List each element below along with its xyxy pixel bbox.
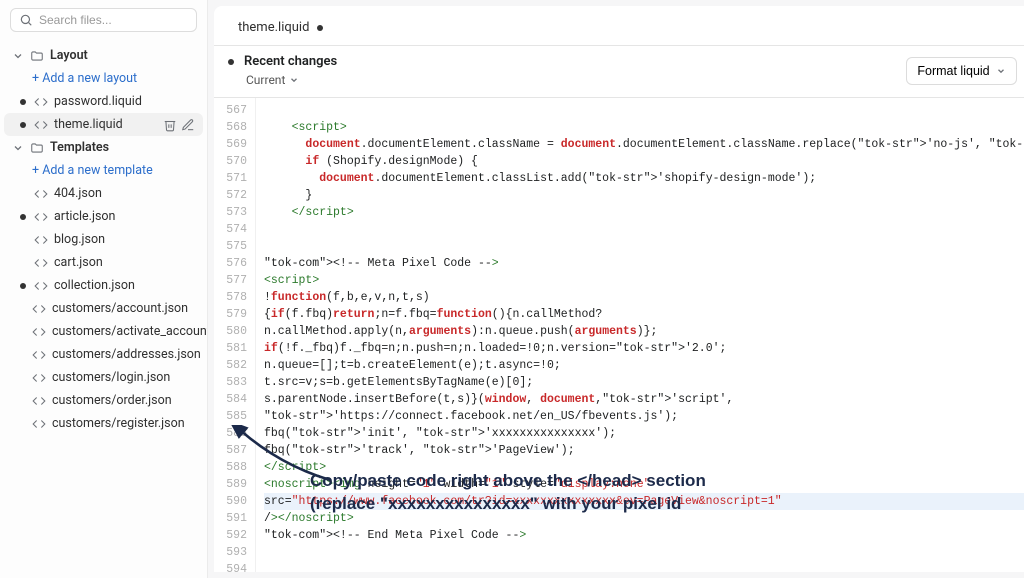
tab-label: theme.liquid bbox=[238, 20, 309, 35]
chevron-down-icon bbox=[289, 75, 299, 85]
code-file-icon bbox=[32, 325, 46, 339]
chevron-down-icon bbox=[996, 66, 1006, 76]
code-file-icon bbox=[34, 233, 48, 247]
file-label: blog.json bbox=[54, 232, 105, 247]
chevron-down-icon bbox=[12, 141, 24, 155]
file-label: cart.json bbox=[54, 255, 103, 270]
code-file-icon bbox=[34, 95, 48, 109]
section-label: Templates bbox=[50, 140, 109, 155]
file-label: password.liquid bbox=[54, 94, 142, 109]
file-label: 404.json bbox=[54, 186, 102, 201]
add-template-button[interactable]: + Add a new template bbox=[4, 159, 203, 182]
code-area[interactable]: <script> document.documentElement.classN… bbox=[256, 98, 1024, 572]
search-input-wrap[interactable] bbox=[10, 8, 197, 32]
format-liquid-button[interactable]: Format liquid bbox=[906, 57, 1016, 85]
file-theme-liquid[interactable]: theme.liquid bbox=[4, 113, 203, 136]
modified-dot bbox=[228, 59, 234, 65]
file-customers-register[interactable]: customers/register.json bbox=[4, 412, 203, 435]
file-sidebar: Layout + Add a new layout password.liqui… bbox=[0, 0, 208, 578]
chevron-down-icon bbox=[12, 49, 24, 63]
file-tree: Layout + Add a new layout password.liqui… bbox=[0, 40, 207, 578]
code-file-icon bbox=[32, 417, 46, 431]
file-label: customers/addresses.json bbox=[52, 347, 201, 362]
code-file-icon bbox=[32, 371, 46, 385]
add-layout-button[interactable]: + Add a new layout bbox=[4, 67, 203, 90]
file-collection-json[interactable]: collection.json bbox=[4, 274, 203, 297]
file-label: customers/login.json bbox=[52, 370, 170, 385]
modified-dot bbox=[20, 122, 26, 128]
code-file-icon bbox=[34, 210, 48, 224]
folder-icon bbox=[30, 141, 44, 155]
file-label: theme.liquid bbox=[54, 117, 123, 132]
code-file-icon bbox=[34, 118, 48, 132]
file-cart-json[interactable]: cart.json bbox=[4, 251, 203, 274]
recent-changes-label: Recent changes bbox=[244, 54, 337, 69]
folder-icon bbox=[30, 49, 44, 63]
file-customers-order[interactable]: customers/order.json bbox=[4, 389, 203, 412]
line-gutter: 5675685695705715725735745755765775785795… bbox=[214, 98, 256, 572]
file-label: customers/order.json bbox=[52, 393, 172, 408]
trash-icon[interactable] bbox=[163, 118, 177, 132]
file-label: article.json bbox=[54, 209, 115, 224]
file-customers-addresses[interactable]: customers/addresses.json bbox=[4, 343, 203, 366]
section-templates[interactable]: Templates bbox=[4, 136, 203, 159]
search-input[interactable] bbox=[39, 13, 194, 27]
code-file-icon bbox=[32, 348, 46, 362]
current-label: Current bbox=[246, 73, 285, 87]
modified-dot bbox=[317, 25, 323, 31]
file-customers-login[interactable]: customers/login.json bbox=[4, 366, 203, 389]
code-file-icon bbox=[34, 279, 48, 293]
code-file-icon bbox=[32, 394, 46, 408]
code-file-icon bbox=[32, 302, 46, 316]
file-label: customers/activate_account.json bbox=[52, 324, 207, 339]
code-file-icon bbox=[34, 187, 48, 201]
file-customers-activate[interactable]: customers/activate_account.json bbox=[4, 320, 203, 343]
modified-dot bbox=[20, 99, 26, 105]
version-dropdown[interactable]: Current bbox=[246, 73, 337, 87]
section-label: Layout bbox=[50, 48, 88, 63]
file-label: customers/account.json bbox=[52, 301, 188, 316]
file-label: collection.json bbox=[54, 278, 135, 293]
file-article-json[interactable]: article.json bbox=[4, 205, 203, 228]
file-blog-json[interactable]: blog.json bbox=[4, 228, 203, 251]
edit-icon[interactable] bbox=[181, 118, 195, 132]
main-panel: theme.liquid Recent changes Current Form… bbox=[208, 0, 1024, 578]
code-editor[interactable]: 5675685695705715725735745755765775785795… bbox=[214, 98, 1024, 572]
file-label: customers/register.json bbox=[52, 416, 185, 431]
sub-header: Recent changes Current Format liquid Sav… bbox=[214, 46, 1024, 98]
search-icon bbox=[19, 13, 33, 27]
file-customers-account[interactable]: customers/account.json bbox=[4, 297, 203, 320]
file-404-json[interactable]: 404.json bbox=[4, 182, 203, 205]
section-layout[interactable]: Layout bbox=[4, 44, 203, 67]
tab-theme-liquid[interactable]: theme.liquid bbox=[224, 12, 339, 45]
tab-bar: theme.liquid bbox=[214, 6, 1024, 46]
code-file-icon bbox=[34, 256, 48, 270]
file-password-liquid[interactable]: password.liquid bbox=[4, 90, 203, 113]
